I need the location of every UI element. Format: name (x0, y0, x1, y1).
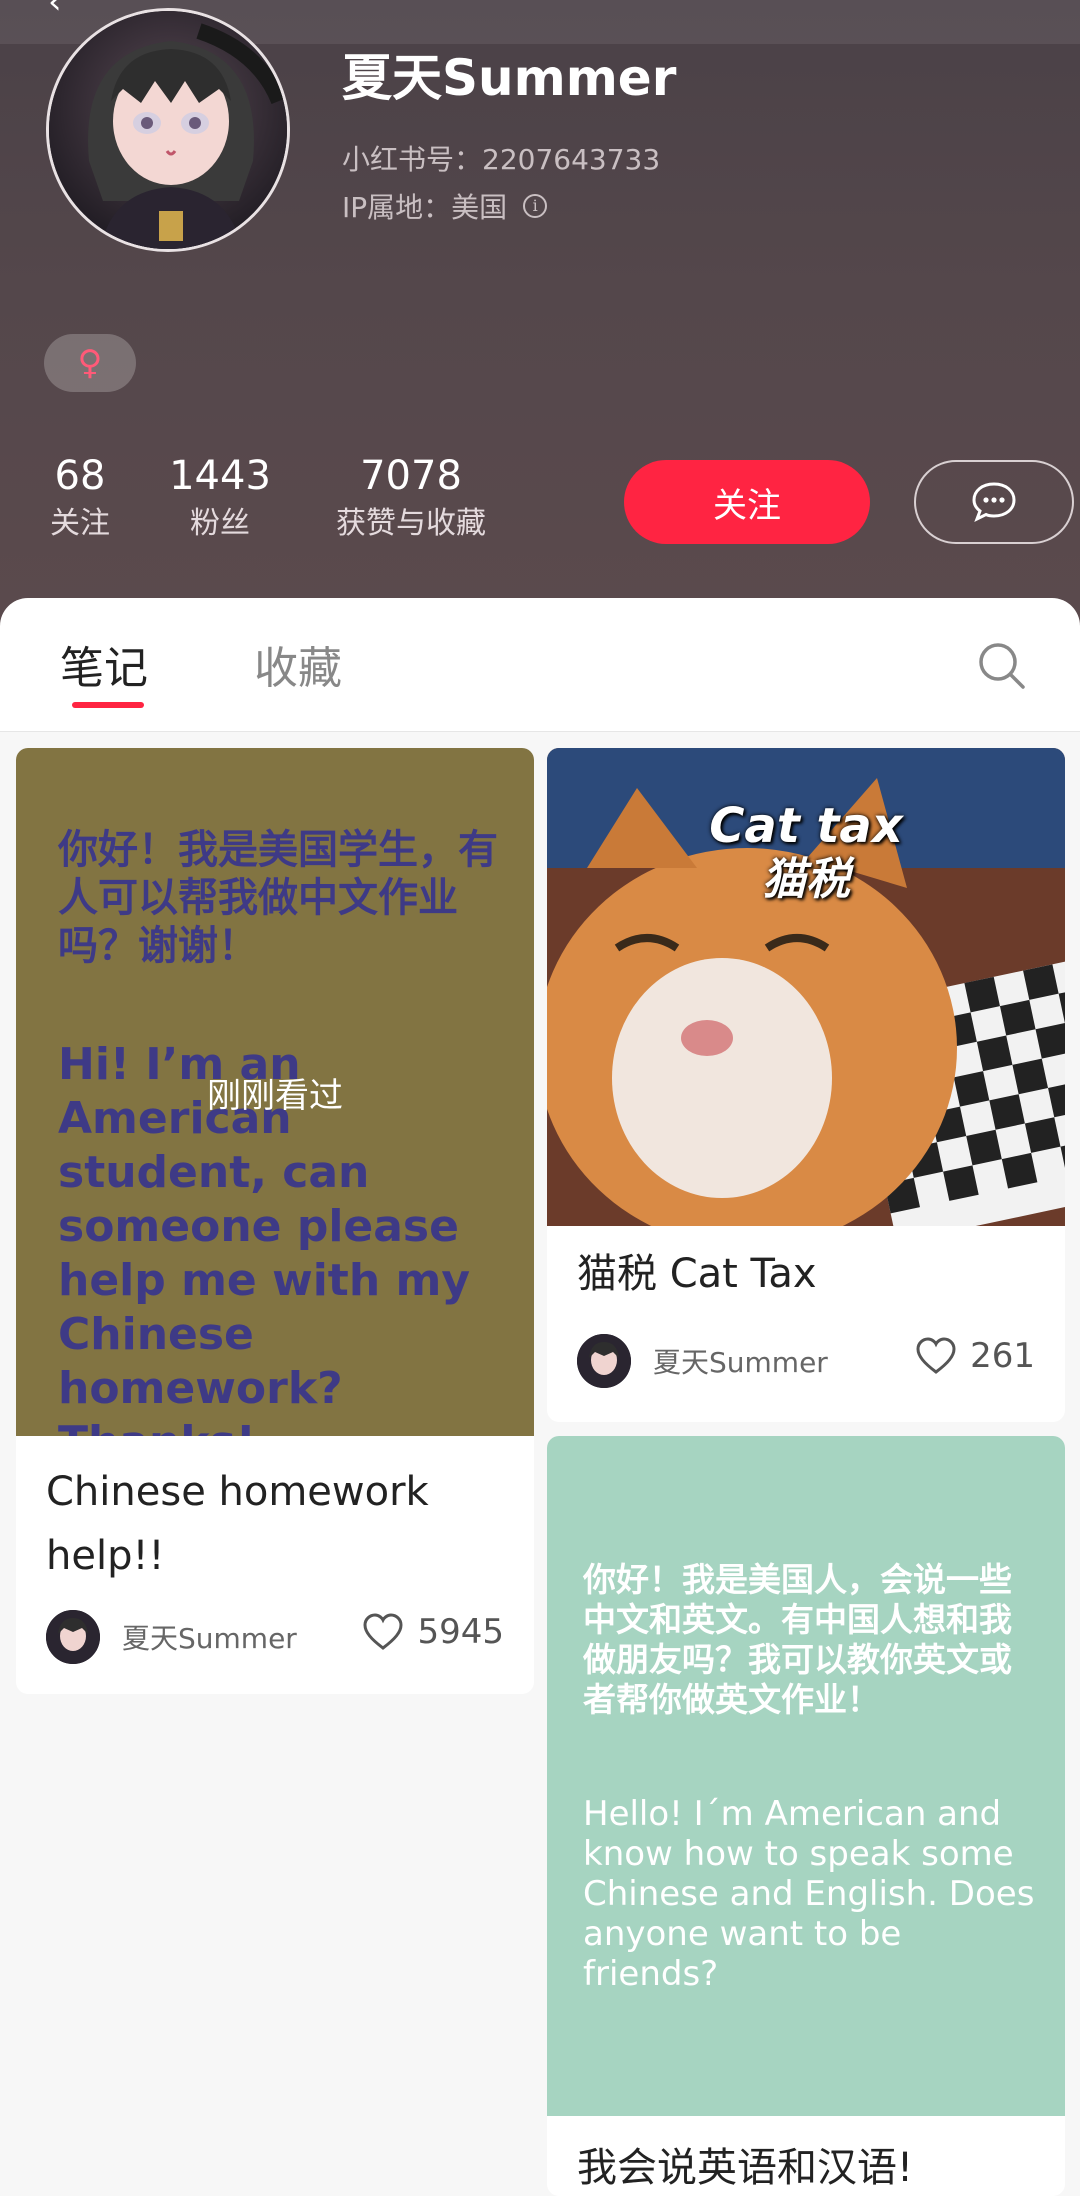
like-count[interactable]: 261 (914, 1336, 1035, 1376)
note-cover-image: 你好！我是美国人，会说一些中文和英文。有中国人想和我做朋友吗？我可以教你英文或者… (547, 1436, 1065, 2116)
cover-text-en: Hello! I´m American and know how to spea… (583, 1794, 1035, 1994)
note-cover-image: Cat tax 猫税 (547, 748, 1065, 1226)
info-icon[interactable]: i (523, 194, 548, 218)
stat-value: 7078 (360, 453, 462, 499)
recently-viewed-label: 刚刚看过 (207, 1076, 343, 1116)
note-card[interactable]: Cat tax 猫税 猫税 Cat Tax 夏天Summer 261 (547, 748, 1065, 1422)
cover-text-en: Cat tax (709, 798, 903, 854)
message-button[interactable] (914, 460, 1074, 544)
ip-location-text: IP属地：美国 (342, 191, 508, 224)
author-avatar (577, 1334, 631, 1388)
author-avatar (46, 1610, 100, 1664)
chat-bubble-icon (972, 482, 1016, 523)
note-card[interactable]: 你好！我是美国学生，有人可以帮我做中文作业吗？谢谢！ Hi! I’m an Am… (16, 748, 534, 1694)
note-title: 我会说英语和汉语! (577, 2145, 914, 2191)
author-name: 夏天Summer (653, 1346, 828, 1379)
red-id-text: 小红书号：2207643733 (342, 143, 661, 176)
heart-icon (363, 1613, 403, 1650)
stat-label: 获赞与收藏 (336, 506, 486, 541)
follow-button[interactable]: 关注 (624, 460, 870, 544)
tab-notes[interactable]: 笔记 (60, 632, 148, 696)
active-tab-indicator (72, 702, 144, 708)
like-count[interactable]: 5945 (361, 1612, 504, 1652)
cover-text-cn: 猫税 (762, 854, 850, 905)
stat-value: 1443 (169, 453, 271, 499)
stat-followers[interactable]: 1443 粉丝 (160, 452, 280, 542)
note-card[interactable]: 你好！我是美国人，会说一些中文和英文。有中国人想和我做朋友吗？我可以教你英文或者… (547, 1436, 1065, 2196)
red-id: 小红书号：2207643733 (342, 138, 660, 178)
tab-collections[interactable]: 收藏 (254, 632, 342, 696)
username: 夏天Summer (342, 49, 677, 107)
cover-text-cn: 你好！我是美国学生，有人可以帮我做中文作业吗？谢谢！ (58, 827, 498, 969)
stat-following[interactable]: 68 关注 (40, 452, 120, 542)
profile-header: ‹ 夏天Summer 小红书号：2207643733 IP属地：美国 i ♀ 6… (0, 0, 1080, 640)
female-icon: ♀ (77, 343, 103, 383)
tabs-bar: 笔记 收藏 (0, 598, 1080, 732)
like-value: 5945 (417, 1612, 504, 1652)
search-icon[interactable] (976, 640, 1028, 692)
avatar[interactable] (46, 8, 290, 252)
like-value: 261 (970, 1336, 1035, 1376)
heart-icon (916, 1337, 956, 1374)
note-title: 猫税 Cat Tax (577, 1251, 817, 1297)
gender-badge: ♀ (44, 334, 136, 392)
author-name: 夏天Summer (122, 1622, 297, 1655)
cover-text-cn: 你好！我是美国人，会说一些中文和英文。有中国人想和我做朋友吗？我可以教你英文或者… (583, 1560, 1012, 1719)
back-arrow-icon[interactable]: ‹ (48, 0, 88, 19)
note-author[interactable]: 夏天Summer (577, 1334, 828, 1388)
stat-label: 关注 (50, 506, 110, 541)
note-title: Chinese homework help!! (46, 1469, 429, 1579)
stat-label: 粉丝 (190, 506, 250, 541)
ip-location: IP属地：美国 i (342, 186, 548, 226)
note-author[interactable]: 夏天Summer (46, 1610, 297, 1664)
stat-value: 68 (54, 453, 106, 499)
note-cover-image: 你好！我是美国学生，有人可以帮我做中文作业吗？谢谢！ Hi! I’m an Am… (16, 748, 534, 1436)
stat-likes-collects[interactable]: 7078 获赞与收藏 (326, 452, 496, 542)
